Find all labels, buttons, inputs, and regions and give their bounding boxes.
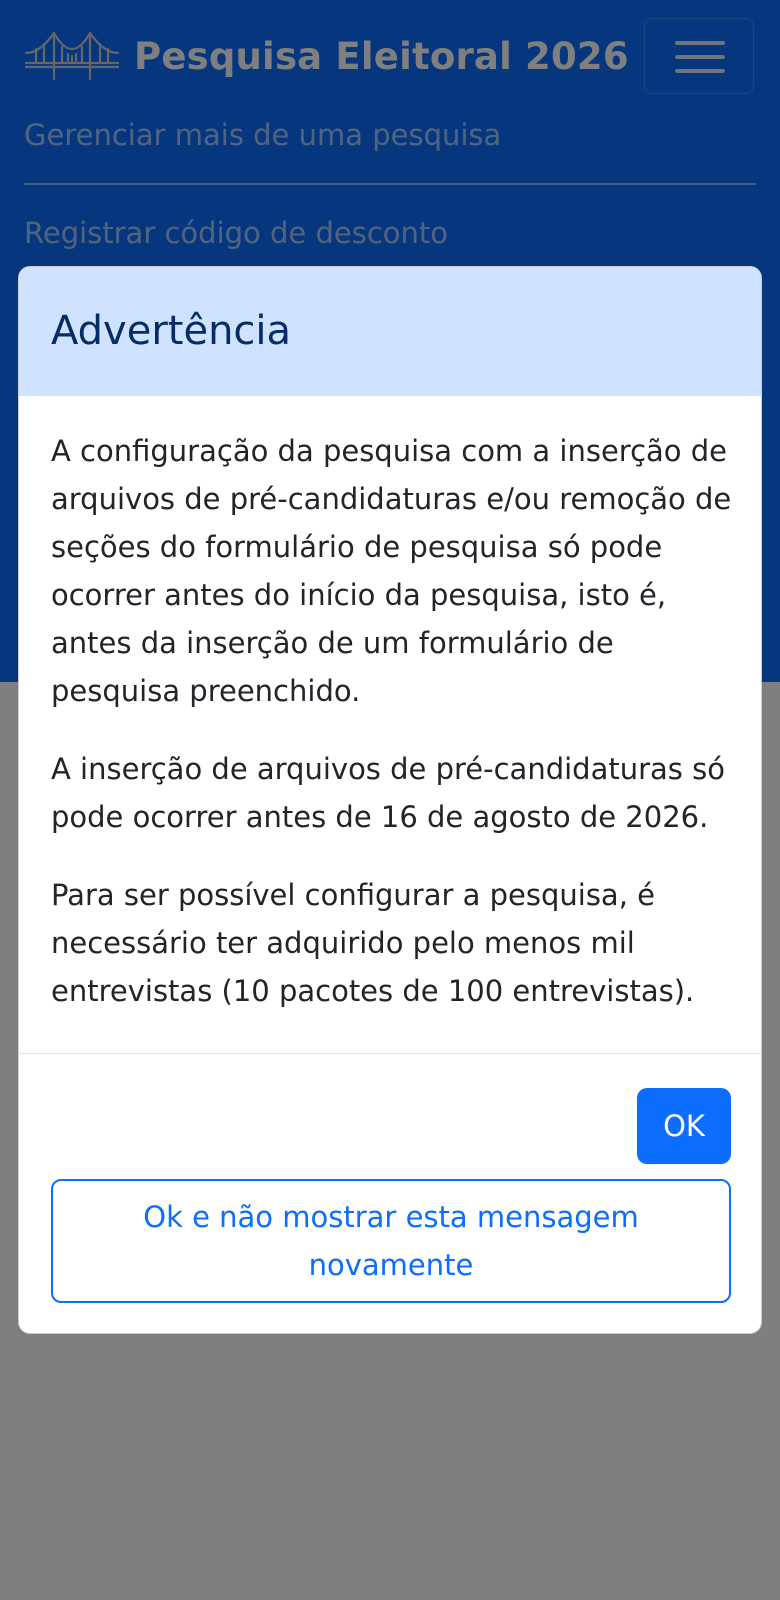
warning-modal: Advertência A configuração da pesquisa c… [18,266,762,1334]
modal-body: A configuração da pesquisa com a inserçã… [51,427,747,1045]
modal-header: Advertência [19,267,761,396]
modal-footer: OK Ok e não mostrar esta mensagem novame… [19,1053,761,1333]
modal-paragraph: Para ser possível configurar a pesquisa,… [51,878,695,1008]
ok-button[interactable]: OK [637,1088,731,1164]
modal-paragraph: A configuração da pesquisa com a inserçã… [51,434,732,708]
ok-dont-show-again-button[interactable]: Ok e não mostrar esta mensagem novamente [51,1179,731,1303]
modal-paragraph: A inserção de arquivos de pré-candidatur… [51,752,725,834]
page: Pesquisa Eleitoral 2026 Gerenciar mais d… [0,0,780,1600]
modal-title: Advertência [51,308,292,354]
